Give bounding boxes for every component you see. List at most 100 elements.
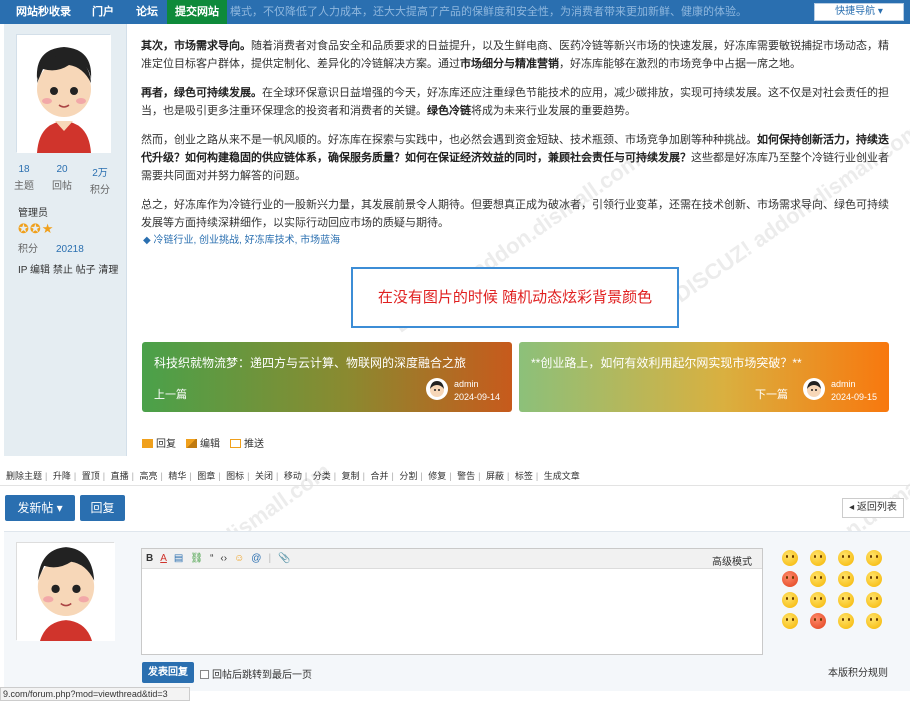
emoji-icon[interactable]	[866, 613, 882, 629]
paragraph: 总之，好冻库作为冷链行业的一股新兴力量，其发展前景令人期待。但要想真正成为破冰者…	[141, 199, 889, 229]
emoji-icon[interactable]	[782, 613, 798, 629]
stat-threads[interactable]: 18 主题	[6, 164, 42, 196]
mod-action[interactable]: 复制	[342, 471, 360, 481]
avatar	[803, 378, 825, 400]
moderation-bar: 删除主题 | 升降 | 置顶 | 直播 | 高亮 | 精华 | 图章 | 图标 | 关闭 | 移动…	[6, 471, 580, 481]
tag-list[interactable]: ◆ 冷链行业, 创业挑战, 好冻库技术, 市场蓝海	[143, 231, 340, 246]
browser-status-url: 9.com/forum.php?mod=viewthread&tid=3	[0, 687, 190, 701]
attachment-icon[interactable]: 📎	[278, 553, 290, 564]
quote-icon[interactable]: “	[210, 553, 213, 564]
mod-action[interactable]: 删除主题	[6, 471, 42, 481]
emoji-icon[interactable]	[838, 592, 854, 608]
toolbar-separator: |	[268, 553, 272, 564]
post-actions: 回复 编辑 推送	[142, 435, 264, 450]
emoji-panel	[782, 550, 894, 629]
divider	[0, 485, 910, 486]
emoji-icon[interactable]	[782, 550, 798, 566]
nav-submit-site[interactable]: 提交网站	[167, 0, 227, 24]
author-stats: 18 主题 20 回帖 2万 积分	[6, 164, 118, 196]
mod-action[interactable]: 生成文章	[544, 471, 580, 481]
emoji-icon[interactable]	[866, 550, 882, 566]
admin-ops-links[interactable]: IP 编辑 禁止 帖子 清理	[18, 261, 118, 276]
nav-portal[interactable]: 门户	[84, 0, 122, 24]
mod-action[interactable]: 分类	[313, 471, 331, 481]
mod-action[interactable]: 升降	[53, 471, 71, 481]
next-thread-meta: admin 2024-09-15	[831, 379, 878, 402]
paragraph: 然而，创业之路从来不是一帆风顺的。好冻库在探索与实践中，也必然会遇到资金短缺、技…	[141, 134, 889, 182]
points-rules-link[interactable]: 本版积分规则	[828, 664, 888, 679]
image-icon[interactable]: ▤	[174, 553, 183, 564]
smiley-icon[interactable]: ☺	[234, 553, 244, 564]
reply-editor[interactable]: B A ▤ ⛓ “ ‹› ☺ @ | 📎 高级模式	[141, 548, 763, 655]
back-to-list-button[interactable]: ◂ 返回列表	[842, 498, 904, 518]
user-points: 积分 20218	[18, 244, 84, 255]
push-icon	[230, 439, 241, 448]
code-icon[interactable]: ‹›	[220, 553, 227, 564]
avatar-cartoon-icon	[17, 530, 115, 654]
emoji-icon[interactable]	[866, 592, 882, 608]
mod-action[interactable]: 精华	[168, 471, 186, 481]
editor-toolbar: B A ▤ ⛓ “ ‹› ☺ @ | 📎	[142, 549, 762, 569]
tag-icon: ◆	[143, 235, 154, 246]
avatar	[16, 530, 115, 654]
reply-action[interactable]: 回复	[142, 435, 176, 450]
edit-action[interactable]: 编辑	[186, 435, 220, 450]
prev-thread-link[interactable]: 上一篇	[154, 386, 187, 402]
stat-points[interactable]: 2万 积分	[82, 164, 118, 196]
emoji-icon[interactable]	[838, 571, 854, 587]
stat-replies[interactable]: 20 回帖	[44, 164, 80, 196]
top-nav: 网站秒收录 门户 论坛 提交网站 模式，不仅降低了人力成本，还大大提高了产品的保…	[0, 0, 910, 24]
mention-icon[interactable]: @	[251, 553, 261, 564]
mod-action[interactable]: 标签	[515, 471, 533, 481]
mod-action[interactable]: 关闭	[255, 471, 273, 481]
emoji-icon[interactable]	[838, 550, 854, 566]
rank-stars-icon: ✪✪★	[18, 221, 55, 236]
avatar[interactable]	[16, 34, 111, 153]
mod-action[interactable]: 高亮	[140, 471, 158, 481]
nav-faded-text: 模式，不仅降低了人力成本，还大大提高了产品的保鲜度和安全性，为消费者带来更加新鲜…	[230, 6, 747, 18]
paragraph: 再者，绿色可持续发展。在全球环保意识日益增强的今天，好冻库还应注重绿色节能技术的…	[141, 87, 889, 117]
mod-action[interactable]: 警告	[457, 471, 475, 481]
mod-action[interactable]: 合并	[371, 471, 389, 481]
prev-thread-title[interactable]: 科技织就物流梦：递四方与云计算、物联网的深度融合之旅	[154, 354, 466, 371]
advanced-mode-link[interactable]: 高级模式	[712, 553, 752, 568]
comment-icon	[142, 439, 153, 448]
bold-icon[interactable]: B	[146, 553, 153, 564]
prev-thread-meta: admin 2024-09-14	[454, 379, 501, 402]
nav-forum[interactable]: 论坛	[128, 0, 166, 24]
emoji-icon[interactable]	[838, 613, 854, 629]
mod-action[interactable]: 直播	[111, 471, 129, 481]
next-thread-link[interactable]: 下一篇	[755, 386, 788, 402]
jump-last-checkbox[interactable]: 回帖后跳转到最后一页	[200, 666, 312, 681]
nav-site-index[interactable]: 网站秒收录	[8, 0, 79, 24]
mod-action[interactable]: 分割	[399, 471, 417, 481]
mod-action[interactable]: 修复	[428, 471, 446, 481]
quick-nav-button[interactable]: 快捷导航 ▾	[814, 3, 904, 21]
reply-button[interactable]: 回复	[80, 495, 125, 521]
emoji-icon[interactable]	[810, 613, 826, 629]
emoji-icon[interactable]	[810, 550, 826, 566]
mod-action[interactable]: 图章	[197, 471, 215, 481]
prev-thread-card[interactable]: 科技织就物流梦：递四方与云计算、物联网的深度融合之旅 上一篇 admin 2024…	[142, 342, 512, 412]
mod-action[interactable]: 置顶	[82, 471, 100, 481]
mod-action[interactable]: 移动	[284, 471, 302, 481]
emoji-icon[interactable]	[810, 592, 826, 608]
next-thread-card[interactable]: **创业路上，如何有效利用起尔网实现市场突破？** 下一篇 admin 2024-…	[519, 342, 889, 412]
emoji-icon[interactable]	[810, 571, 826, 587]
avatar-cartoon-icon	[807, 381, 821, 397]
submit-reply-button[interactable]: 发表回复	[142, 662, 194, 683]
new-post-button[interactable]: 发新帖 ▾	[5, 495, 75, 521]
mod-action[interactable]: 图标	[226, 471, 244, 481]
paragraph: 其次，市场需求导向。随着消费者对食品安全和品质要求的日益提升，以及生鲜电商、医药…	[141, 40, 889, 70]
user-group[interactable]: 管理员	[18, 204, 48, 219]
emoji-icon[interactable]	[866, 571, 882, 587]
push-action[interactable]: 推送	[230, 435, 264, 450]
link-icon[interactable]: ⛓	[190, 553, 203, 564]
post-content: 其次，市场需求导向。随着消费者对食品安全和品质要求的日益提升，以及生鲜电商、医药…	[141, 37, 889, 243]
avatar-cartoon-icon	[17, 35, 111, 153]
mod-action[interactable]: 屏蔽	[486, 471, 504, 481]
font-color-icon[interactable]: A	[160, 553, 167, 564]
next-thread-title[interactable]: **创业路上，如何有效利用起尔网实现市场突破？**	[531, 354, 802, 371]
emoji-icon[interactable]	[782, 571, 798, 587]
emoji-icon[interactable]	[782, 592, 798, 608]
